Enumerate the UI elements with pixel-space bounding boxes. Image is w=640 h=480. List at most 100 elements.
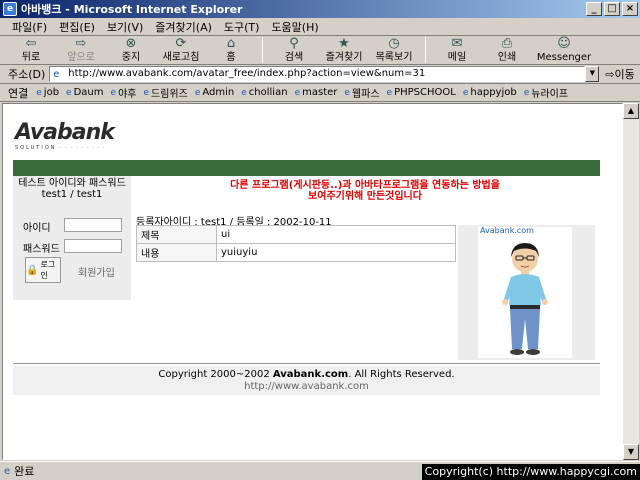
- mail-icon: ✉: [451, 36, 463, 51]
- links-label: 연결: [8, 86, 29, 100]
- forward-arrow-icon: ⇨: [75, 36, 87, 51]
- print-button[interactable]: ⎙ 인쇄: [482, 36, 532, 64]
- maximize-button[interactable]: □: [604, 2, 620, 16]
- menu-tools[interactable]: 도구(T): [218, 19, 266, 35]
- menu-view[interactable]: 보기(V): [101, 19, 149, 35]
- link-item[interactable]: e job: [36, 87, 59, 98]
- link-item[interactable]: e master: [295, 87, 338, 98]
- favorites-button[interactable]: ★ 즐겨찾기: [319, 36, 369, 64]
- vertical-scrollbar[interactable]: ▲ ▼: [623, 103, 639, 460]
- address-label: 주소(D): [8, 68, 46, 81]
- link-page-icon: e: [36, 87, 42, 98]
- title-label: 제목: [136, 225, 217, 244]
- login-hint: 테스트 아이디와 패스워드 test1 / test1: [18, 178, 126, 200]
- lock-icon: 🔒: [26, 264, 39, 276]
- id-input[interactable]: [64, 218, 122, 232]
- title-value: ui: [216, 225, 456, 244]
- link-item[interactable]: e Admin: [195, 87, 234, 98]
- favorites-icon: ★: [338, 36, 350, 51]
- title-bar: e 아바뱅크 - Microsoft Internet Explorer _ □…: [0, 0, 640, 18]
- avatar-caption: Avabank.com: [480, 226, 534, 235]
- scroll-up-button[interactable]: ▲: [623, 103, 639, 119]
- address-bar: 주소(D) e http://www.avabank.com/avatar_fr…: [0, 65, 640, 84]
- links-bar: 연결 e job e Daum e 야후 e 드림위즈 e Admin e chollian…: [0, 84, 640, 102]
- link-page-icon: e: [523, 87, 530, 98]
- go-arrow-icon: ⇨: [605, 68, 615, 81]
- password-input[interactable]: [64, 239, 122, 253]
- login-panel: 테스트 아이디와 패스워드 test1 / test1 아이디 패스워드 🔒 로…: [13, 176, 131, 300]
- home-button[interactable]: ⌂ 홈: [206, 36, 256, 64]
- toolbar-separator: [262, 37, 263, 63]
- status-pane: e 완료: [4, 463, 34, 479]
- link-item[interactable]: e 드림위즈: [143, 85, 187, 101]
- menu-edit[interactable]: 편집(E): [53, 19, 101, 35]
- link-page-icon: e: [143, 87, 150, 98]
- page-done-icon: e: [4, 465, 11, 477]
- content-label: 내용: [136, 243, 217, 262]
- link-item[interactable]: e PHPSCHOOL: [387, 87, 456, 98]
- history-icon: ◷: [388, 36, 400, 51]
- link-item[interactable]: e Daum: [66, 87, 103, 98]
- link-item[interactable]: e 뉴라이프: [523, 85, 568, 101]
- window-title: 아바뱅크 - Microsoft Internet Explorer: [21, 3, 243, 16]
- link-item[interactable]: e chollian: [241, 87, 287, 98]
- ie-icon: e: [3, 2, 17, 16]
- menu-bar: 파일(F) 편집(E) 보기(V) 즐겨찾기(A) 도구(T) 도움말(H): [0, 18, 640, 36]
- stop-button[interactable]: ⊗ 중지: [106, 37, 156, 64]
- id-label: 아이디: [23, 223, 51, 234]
- messenger-icon: ☺: [557, 36, 571, 51]
- footer: Copyright 2000~2002 Avabank.com. All Rig…: [13, 366, 600, 395]
- content-value: yuiuyiu: [216, 243, 456, 262]
- scroll-down-button[interactable]: ▼: [623, 444, 639, 460]
- link-page-icon: e: [294, 87, 301, 98]
- login-button[interactable]: 🔒 로그인: [25, 257, 61, 283]
- history-button[interactable]: ◷ 목록보기: [369, 36, 419, 64]
- page-icon: e: [53, 69, 60, 80]
- address-url: http://www.avabank.com/avatar_free/index…: [68, 68, 426, 79]
- link-page-icon: e: [241, 87, 247, 98]
- search-icon: ⚲: [289, 36, 299, 51]
- search-button[interactable]: ⚲ 검색: [269, 36, 319, 64]
- link-page-icon: e: [386, 87, 393, 98]
- close-button[interactable]: ×: [622, 2, 638, 16]
- link-page-icon: e: [110, 87, 117, 98]
- menu-help[interactable]: 도움말(H): [265, 19, 324, 35]
- home-icon: ⌂: [226, 36, 236, 51]
- go-button[interactable]: ⇨이동: [605, 66, 634, 82]
- toolbar-separator: [425, 37, 426, 63]
- refresh-icon: ⟳: [175, 36, 187, 51]
- address-dropdown-button[interactable]: ▼: [585, 66, 600, 82]
- link-page-icon: e: [66, 87, 72, 98]
- link-item[interactable]: e 웹파스: [344, 85, 379, 101]
- avabank-logo[interactable]: Avabank SOLUTION - - - - - - - - -: [15, 120, 115, 152]
- link-page-icon: e: [194, 87, 201, 98]
- menu-file[interactable]: 파일(F): [6, 19, 53, 35]
- status-text: 완료: [14, 465, 35, 478]
- link-item[interactable]: e 야후: [110, 85, 137, 101]
- printer-icon: ⎙: [501, 36, 513, 51]
- link-page-icon: e: [344, 87, 350, 98]
- mail-button[interactable]: ✉ 메일: [432, 36, 482, 64]
- divider: [13, 363, 600, 364]
- post-table: 제목 ui 내용 yuiuyiu: [136, 225, 456, 262]
- logo-subtitle: SOLUTION - - - - - - - - -: [15, 145, 106, 151]
- minimize-button[interactable]: _: [586, 2, 602, 16]
- forward-button[interactable]: ⇨ 앞으로: [56, 36, 106, 64]
- avatar-frame: [478, 227, 572, 358]
- password-label: 패스워드: [23, 244, 60, 255]
- signup-link[interactable]: 회원가입: [78, 264, 115, 279]
- copyright-line: Copyright 2000~2002 Avabank.com. All Rig…: [158, 369, 455, 380]
- menu-favorites[interactable]: 즐겨찾기(A): [149, 19, 218, 35]
- logo-text: Avabank: [15, 120, 115, 145]
- toolbar: ⇦ 뒤로 ⇨ 앞으로 ⊗ 중지 ⟳ 새로고침 ⌂ 홈 ⚲ 검색 ★ 즐겨찾기 ◷…: [0, 37, 640, 65]
- refresh-button[interactable]: ⟳ 새로고침: [156, 36, 206, 64]
- back-button[interactable]: ⇦ 뒤로: [6, 37, 56, 64]
- link-item[interactable]: e happyjob: [463, 87, 517, 98]
- header-bar: [13, 160, 600, 176]
- address-input[interactable]: e http://www.avabank.com/avatar_free/ind…: [49, 66, 586, 82]
- credit-overlay: Copyright(c) http://www.happycgi.com: [421, 464, 640, 480]
- table-row: 제목 ui: [136, 225, 456, 244]
- messenger-button[interactable]: ☺ Messenger: [532, 36, 596, 64]
- page-content: Avabank SOLUTION - - - - - - - - - 테스트 아이…: [2, 103, 623, 460]
- footer-url: http://www.avabank.com: [244, 381, 369, 392]
